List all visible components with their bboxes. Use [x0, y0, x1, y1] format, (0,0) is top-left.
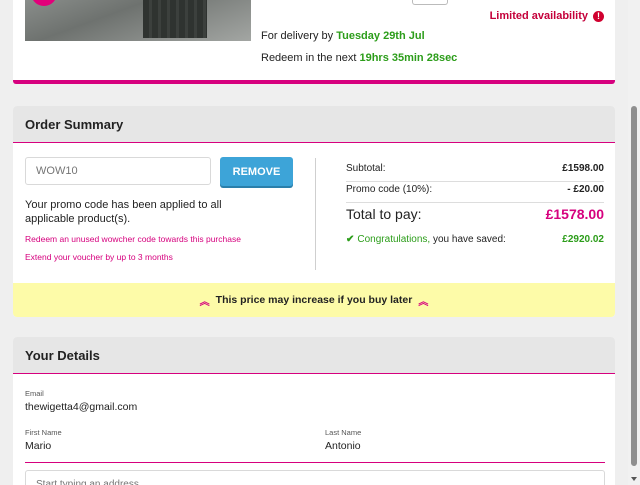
redeem-prefix: Redeem in the next: [261, 52, 357, 64]
savings-row: ✔ Congratulations, you have saved: £2920.…: [346, 234, 604, 245]
product-card: Limited availability ! For delivery by T…: [13, 0, 615, 84]
countdown-timer: 19hrs 35min 28sec: [359, 52, 458, 64]
product-image-object: [143, 0, 207, 38]
your-details-title: Your Details: [13, 337, 615, 374]
email-label: Email: [25, 389, 44, 398]
page-scrollbar[interactable]: [628, 0, 640, 485]
promo-row: Promo code (10%): - £20.00: [346, 184, 604, 203]
subtotal-value: £1598.00: [562, 163, 604, 174]
saved-value: £2920.02: [562, 234, 604, 245]
delivery-date: Tuesday 29th Jul: [336, 30, 425, 42]
price-warning-banner: ︽ This price may increase if you buy lat…: [13, 283, 615, 317]
subtotal-row: Subtotal: £1598.00: [346, 163, 604, 182]
limited-availability: Limited availability !: [490, 10, 604, 22]
scroll-down-arrow-icon[interactable]: [628, 473, 640, 485]
summary-divider: [315, 158, 316, 270]
saved-label: you have saved:: [433, 234, 506, 245]
last-name-value: Antonio: [325, 440, 361, 452]
email-value: thewigetta4@gmail.com: [25, 401, 138, 413]
info-icon[interactable]: !: [593, 10, 604, 22]
double-chevron-up-icon: ︽: [199, 296, 210, 308]
limited-availability-text: Limited availability: [489, 10, 588, 22]
redeem-wowcher-link[interactable]: Redeem an unused wowcher code towards th…: [25, 234, 241, 244]
order-summary-card: Order Summary REMOVE Your promo code has…: [13, 106, 615, 317]
details-divider: [25, 462, 605, 463]
checkout-page: Limited availability ! For delivery by T…: [0, 0, 628, 485]
check-icon: ✔: [346, 234, 355, 245]
your-details-card: Your Details Email thewigetta4@gmail.com…: [13, 337, 615, 485]
total-value: £1578.00: [545, 206, 604, 222]
discount-badge: [31, 0, 57, 6]
total-label: Total to pay:: [346, 206, 422, 222]
price-warning-text: This price may increase if you buy later: [215, 294, 413, 306]
first-name-label: First Name: [25, 428, 62, 437]
redeem-countdown: Redeem in the next 19hrs 35min 28sec: [261, 52, 457, 64]
quantity-select[interactable]: [412, 0, 448, 5]
promo-code-input[interactable]: [25, 157, 211, 185]
extend-voucher-link[interactable]: Extend your voucher by up to 3 months: [25, 252, 173, 262]
order-summary-title: Order Summary: [13, 106, 615, 143]
subtotal-label: Subtotal:: [346, 163, 386, 174]
savings-message: ✔ Congratulations, you have saved:: [346, 234, 506, 245]
product-image: [25, 0, 251, 41]
delivery-info: For delivery by Tuesday 29th Jul: [261, 30, 425, 42]
total-row: Total to pay: £1578.00: [346, 206, 604, 222]
remove-promo-button[interactable]: REMOVE: [220, 157, 293, 186]
first-name-value: Mario: [25, 440, 52, 452]
delivery-prefix: For delivery by: [261, 30, 334, 42]
address-input[interactable]: [25, 470, 605, 485]
scrollbar-thumb[interactable]: [631, 106, 637, 466]
promo-value: - £20.00: [567, 184, 604, 195]
last-name-label: Last Name: [325, 428, 362, 437]
double-chevron-up-icon: ︽: [418, 296, 429, 308]
promo-label: Promo code (10%):: [346, 184, 433, 195]
congrats-text: Congratulations,: [357, 234, 431, 245]
promo-applied-message: Your promo code has been applied to all …: [25, 199, 222, 225]
